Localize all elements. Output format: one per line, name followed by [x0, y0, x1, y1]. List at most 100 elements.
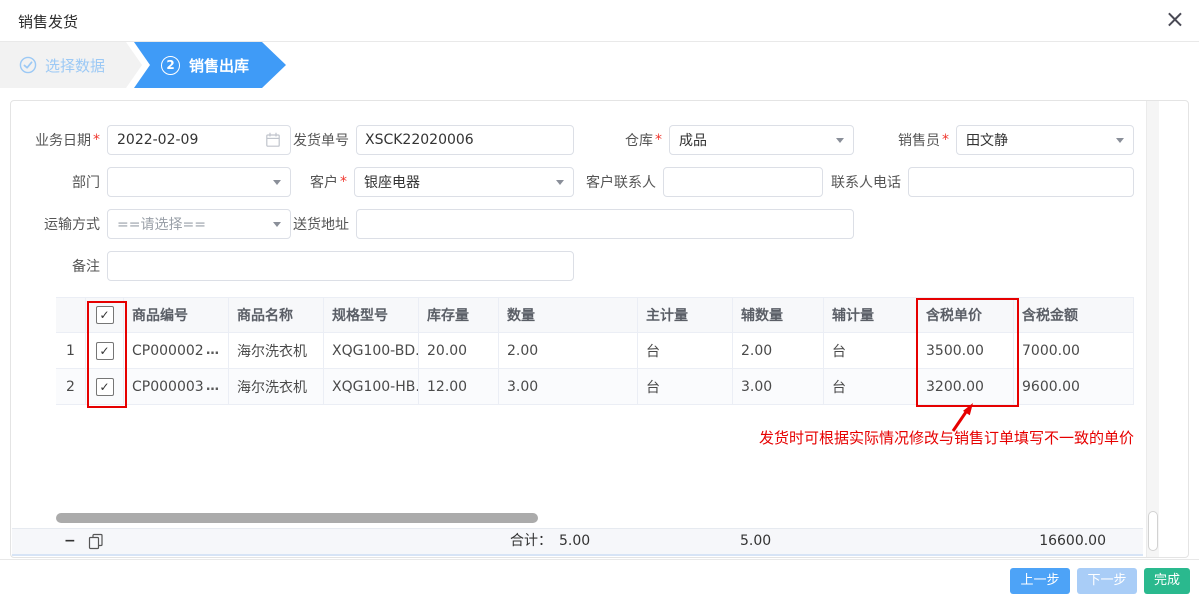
business-date-label: 业务日期: [35, 130, 91, 150]
salesperson-select[interactable]: 田文静: [956, 125, 1134, 155]
header-code: 商品编号: [124, 297, 229, 333]
vertical-scrollbar-thumb[interactable]: [1148, 511, 1158, 551]
header-qty: 数量: [499, 297, 638, 333]
previous-step-button[interactable]: 上一步: [1010, 568, 1070, 594]
wizard-step1-label: 选择数据: [45, 55, 105, 76]
header-aux-unit: 辅计量: [824, 297, 918, 333]
cell-price[interactable]: 3200.00: [918, 369, 1014, 405]
product-table: ✓ 商品编号 商品名称 规格型号 库存量 数量 主计量 辅数量 辅计量 含税单价…: [56, 297, 1134, 405]
select-all-checkbox[interactable]: ✓: [96, 306, 114, 324]
remark-label: 备注: [72, 256, 100, 276]
cell-qty[interactable]: 3.00: [499, 369, 638, 405]
chevron-down-icon: [556, 180, 564, 185]
customer-select[interactable]: 银座电器: [354, 167, 574, 197]
department-label: 部门: [72, 172, 100, 192]
dialog-titlebar: 销售发货 ×: [0, 0, 1199, 42]
contact-phone-input[interactable]: [908, 167, 1134, 197]
table-row: 1 ✓ CP000002 … 海尔洗衣机 XQG100-BD... 20.00 …: [56, 333, 1134, 369]
cell-name: 海尔洗衣机: [229, 333, 324, 369]
cell-rownum: 2: [56, 369, 86, 405]
wizard-steps: 选择数据 2 销售出库: [0, 42, 1199, 88]
cell-stock: 20.00: [419, 333, 499, 369]
transport-label: 运输方式: [44, 214, 100, 234]
summary-aux-qty-total: 5.00: [740, 529, 771, 554]
table-header-row: ✓ 商品编号 商品名称 规格型号 库存量 数量 主计量 辅数量 辅计量 含税单价…: [56, 297, 1134, 333]
delivery-address-label: 送货地址: [293, 214, 349, 234]
horizontal-scrollbar-thumb[interactable]: [56, 513, 538, 523]
summary-amount-total: 16600.00: [1022, 529, 1106, 554]
wizard-step-select-data[interactable]: 选择数据: [0, 42, 142, 88]
required-mark: *: [655, 132, 662, 148]
summary-qty-total: 5.00: [559, 529, 590, 554]
warehouse-label: 仓库: [625, 130, 653, 150]
vertical-scrollbar-track: [1146, 101, 1159, 557]
code-value: CP000003: [132, 379, 204, 395]
cell-aux-qty: 3.00: [733, 369, 824, 405]
required-mark: *: [340, 174, 347, 190]
wizard-step-sales-outbound[interactable]: 2 销售出库: [134, 42, 286, 88]
code-value: CP000002: [132, 343, 204, 359]
dialog-footer: 上一步 下一步 完成: [0, 559, 1199, 599]
finish-button[interactable]: 完成: [1144, 568, 1190, 594]
cell-stock: 12.00: [419, 369, 499, 405]
shipment-no-label: 发货单号: [293, 130, 349, 150]
field-transport: 运输方式 ==请选择==: [23, 209, 291, 239]
cell-amount: 9600.00: [1014, 369, 1134, 405]
copy-icon[interactable]: [88, 533, 104, 550]
salesperson-value: 田文静: [966, 130, 1008, 150]
table-summary-bar: − 合计： 5.00 5.00 16600.00: [12, 528, 1143, 556]
cell-aux-qty: 2.00: [733, 333, 824, 369]
required-mark: *: [942, 132, 949, 148]
field-salesperson: 销售员* 田文静: [856, 125, 1134, 155]
warehouse-select[interactable]: 成品: [669, 125, 854, 155]
header-checkbox-cell: ✓: [86, 297, 124, 333]
cell-qty[interactable]: 2.00: [499, 333, 638, 369]
chevron-down-icon: [1116, 138, 1124, 143]
dialog-title: 销售发货: [18, 11, 78, 32]
warehouse-value: 成品: [679, 130, 707, 150]
header-rownum: [56, 297, 86, 333]
customer-contact-input[interactable]: [663, 167, 823, 197]
code-lookup-icon[interactable]: …: [206, 379, 220, 394]
cell-checkbox: ✓: [86, 333, 124, 369]
cell-price[interactable]: 3500.00: [918, 333, 1014, 369]
row-checkbox[interactable]: ✓: [96, 378, 114, 396]
cell-aux-unit: 台: [824, 333, 918, 369]
required-mark: *: [93, 132, 100, 148]
header-unit: 主计量: [638, 297, 733, 333]
close-icon[interactable]: ×: [1165, 5, 1185, 33]
annotation-text: 发货时可根据实际情况修改与销售订单填写不一致的单价: [759, 427, 1134, 448]
step2-number-icon: 2: [161, 56, 180, 75]
field-warehouse: 仓库* 成品: [569, 125, 854, 155]
field-remark: 备注: [23, 251, 574, 281]
cell-spec: XQG100-BD...: [324, 333, 419, 369]
check-circle-icon: [19, 56, 37, 74]
field-business-date: 业务日期* 2022-02-09: [23, 125, 291, 155]
cell-name: 海尔洗衣机: [229, 369, 324, 405]
delivery-address-input[interactable]: [356, 209, 854, 239]
table-row: 2 ✓ CP000003 … 海尔洗衣机 XQG100-HB... 12.00 …: [56, 369, 1134, 405]
row-checkbox[interactable]: ✓: [96, 342, 114, 360]
cell-spec: XQG100-HB...: [324, 369, 419, 405]
next-step-button[interactable]: 下一步: [1077, 568, 1137, 594]
header-name: 商品名称: [229, 297, 324, 333]
remark-input[interactable]: [107, 251, 574, 281]
code-lookup-icon[interactable]: …: [206, 343, 220, 358]
field-contact-phone: 联系人电话: [824, 167, 1134, 197]
transport-value: ==请选择==: [117, 214, 206, 234]
collapse-minus-icon[interactable]: −: [64, 529, 76, 554]
field-shipment-no: 发货单号: [252, 125, 574, 155]
header-aux-qty: 辅数量: [733, 297, 824, 333]
business-date-value: 2022-02-09: [117, 132, 198, 148]
contact-phone-label: 联系人电话: [831, 172, 901, 192]
field-customer: 客户* 银座电器: [250, 167, 574, 197]
header-spec: 规格型号: [324, 297, 419, 333]
header-amount: 含税金额: [1014, 297, 1134, 333]
field-customer-contact: 客户联系人: [579, 167, 823, 197]
cell-code: CP000003 …: [124, 369, 229, 405]
header-stock: 库存量: [419, 297, 499, 333]
shipment-no-input[interactable]: [356, 125, 574, 155]
cell-amount: 7000.00: [1014, 333, 1134, 369]
cell-aux-unit: 台: [824, 369, 918, 405]
salesperson-label: 销售员: [898, 130, 940, 150]
